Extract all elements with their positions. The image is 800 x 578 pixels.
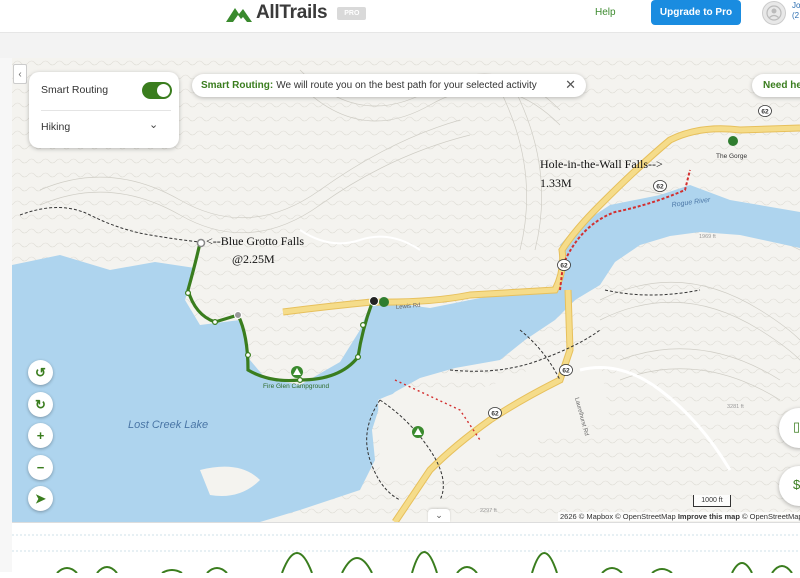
alltrails-logo[interactable]: AllTrails PRO [226, 2, 367, 24]
banner-message: We will route you on the best path for y… [276, 80, 537, 91]
smart-routing-label: Smart Routing [41, 84, 109, 96]
svg-text:62: 62 [761, 109, 769, 116]
svg-text:62: 62 [560, 263, 568, 270]
annotation-blue-grotto-distance: @2.25M [232, 252, 275, 266]
annotation-blue-grotto: <--Blue Grotto Falls [206, 234, 304, 248]
user-icon [766, 5, 782, 21]
redo-icon: ↻ [35, 396, 46, 412]
route-via-point[interactable] [234, 311, 242, 319]
redo-button[interactable]: ↻ [28, 392, 53, 417]
chevron-down-icon[interactable]: ⌄ [149, 118, 158, 131]
close-icon[interactable]: ✕ [565, 77, 576, 93]
annotation-hole-in-the-wall-distance: 1.33M [540, 176, 572, 190]
routing-panel: Smart Routing Hiking ⌄ [29, 72, 179, 148]
toggle-knob [157, 84, 170, 97]
improve-map-link[interactable]: Improve this map [678, 512, 740, 521]
smart-routing-toggle[interactable] [142, 82, 172, 99]
annotation-hole-in-the-wall: Hole-in-the-Wall Falls--> [540, 157, 663, 171]
locate-button[interactable]: ➤ [28, 486, 53, 511]
contour-elevation-label: 3281 ft [727, 404, 744, 410]
elevation-chart [12, 534, 800, 574]
user-name-fragment[interactable]: Jo (2 [792, 1, 800, 21]
panel-divider [41, 110, 171, 111]
map-attribution: 2626 © Mapbox © OpenStreetMap Improve th… [558, 512, 800, 521]
chevron-left-icon: ‹ [18, 68, 22, 80]
undo-icon: ↺ [35, 364, 46, 380]
minus-icon: − [36, 460, 45, 475]
contour-elevation-label: 1969 ft [699, 234, 716, 240]
top-header: AllTrails PRO Help Upgrade to Pro Jo (2 [0, 0, 800, 33]
gorge-label: The Gorge [716, 153, 747, 160]
campground-label: Fire Glen Campground [263, 383, 329, 390]
layers-icon: ▯ [793, 419, 800, 434]
help-link[interactable]: Help [595, 7, 616, 18]
zoom-in-button[interactable]: + [28, 423, 53, 448]
chevron-down-icon: ⌄ [435, 510, 443, 520]
route-end-point[interactable] [369, 296, 379, 306]
route-start-point[interactable] [196, 238, 206, 248]
plus-icon: + [36, 428, 45, 443]
smart-routing-banner: Smart Routing: We will route you on the … [192, 74, 586, 97]
collapse-sidebar-button[interactable]: ‹ [13, 64, 27, 84]
toolbar-band [0, 33, 800, 58]
need-help-button[interactable]: Need he [752, 74, 800, 97]
avatar[interactable] [762, 1, 786, 25]
campground-icon[interactable] [291, 366, 303, 378]
upgrade-button[interactable]: Upgrade to Pro [651, 0, 741, 25]
zoom-out-button[interactable]: − [28, 455, 53, 480]
svg-text:62: 62 [491, 411, 499, 418]
campground-icon-south[interactable] [412, 426, 424, 438]
mountain-logo-icon [226, 8, 252, 22]
activity-select[interactable]: Hiking [41, 121, 70, 133]
banner-title: Smart Routing: [201, 80, 274, 91]
svg-text:62: 62 [656, 184, 664, 191]
brand-name: AllTrails [256, 2, 328, 23]
elevation-profile[interactable] [12, 522, 800, 574]
location-arrow-icon: ➤ [35, 490, 46, 506]
contour-elevation-label: 2297 ft [480, 508, 497, 514]
restaurant-icon-gorge[interactable] [728, 136, 738, 146]
svg-text:62: 62 [562, 368, 570, 375]
expand-elevation-button[interactable]: ⌄ [428, 509, 450, 522]
restaurant-icon[interactable] [379, 297, 389, 307]
pro-badge: PRO [337, 6, 367, 20]
scale-bar: 1000 ft [693, 495, 731, 507]
dollar-icon: $ [793, 477, 800, 492]
lake-label: Lost Creek Lake [128, 419, 208, 431]
undo-button[interactable]: ↺ [28, 360, 53, 385]
